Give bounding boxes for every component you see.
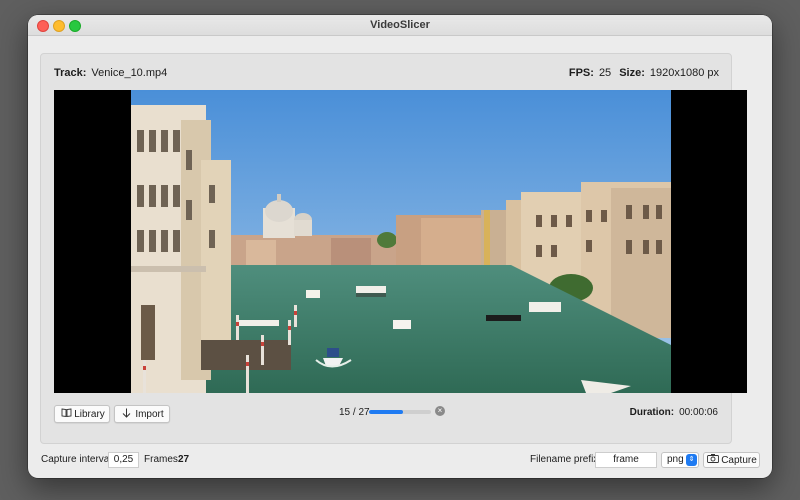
camera-icon xyxy=(707,454,719,466)
venice-canal-image xyxy=(131,90,671,393)
import-button[interactable]: Import xyxy=(114,405,170,423)
window-title: VideoSlicer xyxy=(370,19,430,31)
capture-label: Capture xyxy=(721,454,757,466)
capture-bar: Capture interval: 0,25 Frames: 27 Filena… xyxy=(28,452,772,468)
frames-label: Frames: xyxy=(144,454,181,465)
title-bar: VideoSlicer xyxy=(28,15,772,36)
prefix-label: Filename prefix: xyxy=(530,454,602,465)
frame-progress-bar[interactable] xyxy=(369,410,431,414)
format-value: png xyxy=(667,454,684,465)
clear-circle-icon[interactable]: × xyxy=(435,406,445,416)
track-info: Track: Venice_10.mp4 xyxy=(54,67,167,79)
interval-field[interactable]: 0,25 xyxy=(108,452,139,468)
fps-value: 25 xyxy=(598,67,612,79)
video-frame xyxy=(131,90,671,393)
player-panel: Track: Venice_10.mp4 FPS: 25 Size: 1920x1080… xyxy=(40,53,747,444)
size-label: Size: xyxy=(619,67,645,79)
prefix-field[interactable]: frame xyxy=(595,452,657,468)
duration-info: Duration: 00:00:06 xyxy=(630,407,718,418)
chevron-updown-icon: ⇕ xyxy=(686,454,697,466)
interval-label: Capture interval: xyxy=(41,454,115,465)
frame-counter: 15 / 27 xyxy=(339,407,370,418)
frames-value: 27 xyxy=(178,454,190,465)
book-icon xyxy=(58,408,74,420)
app-window: VideoSlicer Track: Venice_10.mp4 FPS: 25 Si… xyxy=(28,15,772,478)
format-select[interactable]: png ⇕ xyxy=(661,452,699,468)
library-label: Library xyxy=(74,408,105,420)
video-meta: FPS: 25 Size: 1920x1080 px xyxy=(569,67,719,79)
arrow-down-icon xyxy=(118,408,134,421)
size-value: 1920x1080 px xyxy=(649,67,719,79)
duration-value: 00:00:06 xyxy=(679,407,718,418)
track-name: Venice_10.mp4 xyxy=(91,67,168,79)
library-button[interactable]: Library xyxy=(54,405,110,423)
progress-fill xyxy=(369,410,404,414)
import-label: Import xyxy=(135,408,164,420)
capture-button[interactable]: Capture xyxy=(703,452,760,468)
duration-label: Duration: xyxy=(629,407,675,418)
track-label: Track: xyxy=(54,67,87,79)
video-preview[interactable] xyxy=(54,90,747,393)
fps-label: FPS: xyxy=(568,67,594,79)
